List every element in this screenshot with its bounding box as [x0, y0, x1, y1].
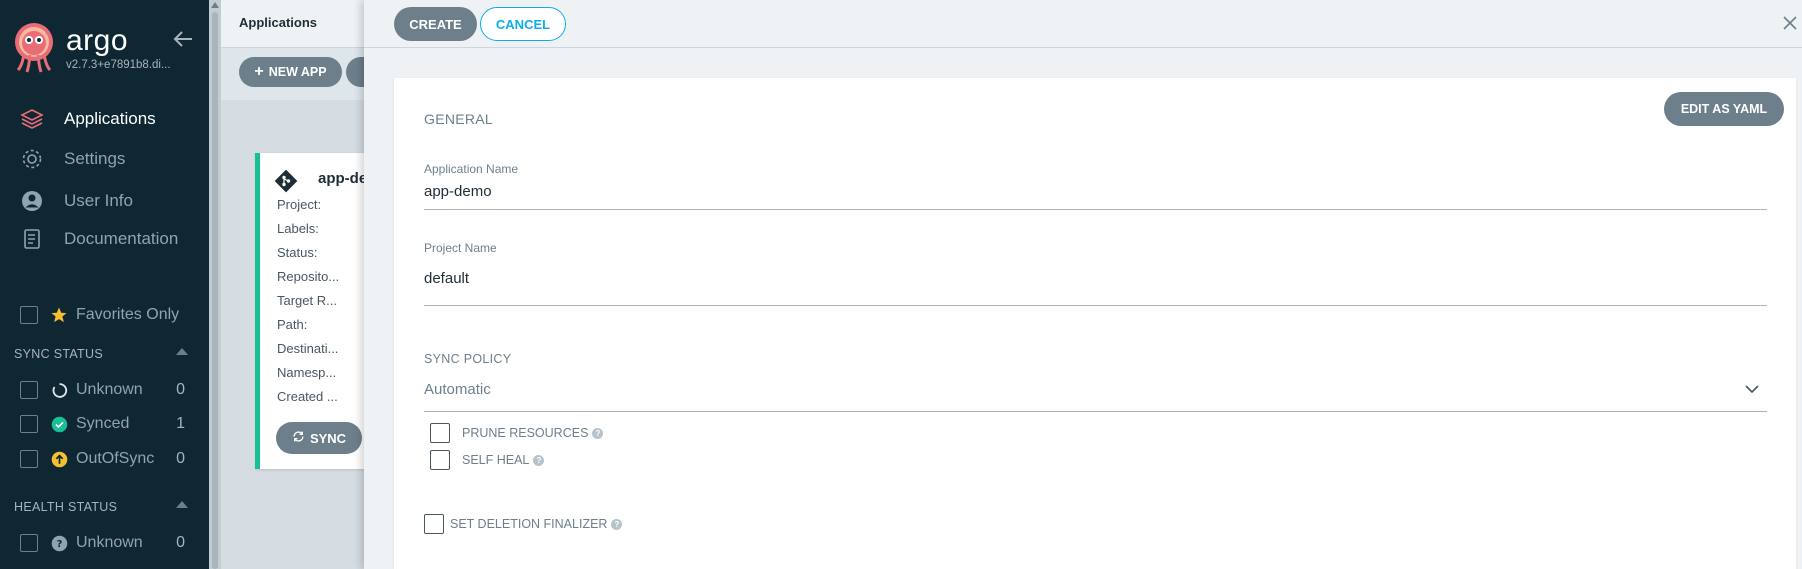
filter-sync-unknown[interactable]: Unknown 0	[20, 377, 185, 403]
version-label: v2.7.3+e7891b8.di...	[66, 59, 171, 71]
svg-text:?: ?	[57, 539, 63, 550]
sidebar: argo v2.7.3+e7891b8.di... Applications S…	[0, 0, 209, 569]
health-status-heading: HEALTH STATUS	[14, 500, 118, 514]
brand-name: argo	[66, 24, 129, 57]
panel-header: CREATE CANCEL	[364, 0, 1802, 48]
filter-label: Unknown	[76, 534, 143, 551]
project-name-underline	[424, 305, 1767, 306]
project-name-label: Project Name	[424, 241, 497, 255]
app-form: EDIT AS YAML GENERAL Application Name ap…	[394, 78, 1796, 569]
circle-notch-icon	[51, 382, 68, 399]
arrow-up-circle-icon	[51, 451, 68, 468]
app-name[interactable]: app-de	[318, 170, 367, 187]
nav-applications[interactable]: Applications	[20, 105, 156, 133]
question-circle-icon: ?	[51, 535, 68, 552]
app-name-label: Application Name	[424, 162, 519, 176]
page-title: Applications	[239, 15, 318, 30]
filter-health-unknown[interactable]: ? Unknown 0	[20, 530, 185, 556]
prune-resources-checkbox[interactable]	[430, 423, 450, 443]
nav-applications-label: Applications	[64, 109, 156, 128]
sync-icon	[292, 430, 305, 446]
deletion-finalizer-option[interactable]: SET DELETION FINALIZER ?	[424, 514, 623, 534]
filter-count: 0	[176, 450, 185, 467]
filter-count: 1	[176, 415, 185, 432]
filter-sync-synced[interactable]: Synced 1	[20, 411, 185, 437]
layers-icon	[20, 107, 44, 131]
project-name-input[interactable]: default	[424, 270, 469, 287]
favorites-label: Favorites Only	[76, 306, 180, 323]
filter-label: OutOfSync	[76, 450, 155, 467]
nav-user-info-label: User Info	[64, 191, 133, 210]
filter-checkbox[interactable]	[20, 534, 38, 552]
create-button[interactable]: CREATE	[394, 7, 477, 41]
self-heal-option[interactable]: SELF HEAL ?	[430, 450, 545, 470]
favorites-checkbox[interactable]	[20, 306, 38, 324]
favorites-only-filter[interactable]: Favorites Only	[20, 302, 179, 328]
sync-policy-title: SYNC POLICY	[424, 352, 512, 366]
nav-documentation[interactable]: Documentation	[20, 225, 178, 253]
filter-checkbox[interactable]	[20, 415, 38, 433]
filter-label: Unknown	[76, 381, 143, 398]
new-app-button[interactable]: + NEW APP	[239, 57, 342, 87]
filter-checkbox[interactable]	[20, 450, 38, 468]
git-icon	[274, 169, 298, 193]
deletion-finalizer-label: SET DELETION FINALIZER	[450, 517, 608, 531]
collapse-caret-icon[interactable]	[176, 501, 188, 508]
filter-label: Synced	[76, 415, 130, 432]
argo-logo[interactable]	[12, 22, 56, 74]
filter-sync-outofsync[interactable]: OutOfSync 0	[20, 446, 185, 472]
app-field-label: Path:	[277, 317, 308, 332]
plus-icon: +	[254, 63, 264, 80]
collapse-caret-icon[interactable]	[176, 348, 188, 355]
self-heal-label: SELF HEAL	[462, 453, 530, 467]
app-field-label: Destinati...	[277, 341, 339, 356]
general-section-title: GENERAL	[424, 111, 494, 127]
app-field-label: Project:	[277, 197, 322, 212]
gear-icon	[20, 147, 44, 171]
help-icon[interactable]: ?	[611, 518, 623, 530]
app-name-underline	[424, 209, 1767, 210]
prune-resources-option[interactable]: PRUNE RESOURCES ?	[430, 423, 604, 443]
app-field-label: Target R...	[277, 293, 337, 308]
sync-policy-select[interactable]: Automatic	[424, 381, 491, 398]
app-sync-button[interactable]: SYNC	[276, 422, 362, 454]
edit-as-yaml-button[interactable]: EDIT AS YAML	[1664, 92, 1784, 126]
book-icon	[20, 227, 44, 251]
chevron-down-icon[interactable]	[1744, 381, 1760, 397]
app-sync-label: SYNC	[309, 430, 347, 446]
nav-settings-label: Settings	[64, 149, 126, 168]
prune-resources-label: PRUNE RESOURCES	[462, 426, 589, 440]
filter-checkbox[interactable]	[20, 381, 38, 399]
app-field-label: Labels:	[277, 221, 319, 236]
help-icon[interactable]: ?	[592, 427, 604, 439]
app-field-label: Created ...	[277, 389, 338, 404]
new-app-panel: CREATE CANCEL EDIT AS YAML GENERAL Appli…	[364, 0, 1802, 569]
scroll-up-arrow-icon[interactable]	[211, 2, 219, 8]
sync-status-heading: SYNC STATUS	[14, 347, 103, 361]
collapse-arrow-icon[interactable]	[172, 28, 194, 50]
close-icon[interactable]	[1779, 12, 1801, 34]
check-circle-icon	[51, 416, 68, 433]
nav-settings[interactable]: Settings	[20, 145, 125, 173]
new-app-label: NEW APP	[268, 65, 327, 79]
sync-policy-underline	[424, 411, 1767, 412]
app-field-label: Status:	[277, 245, 318, 260]
app-field-label: Namesp...	[277, 365, 337, 380]
filter-count: 0	[176, 381, 185, 398]
help-icon[interactable]: ?	[533, 454, 545, 466]
filter-count: 0	[176, 534, 185, 551]
app-field-label: Reposito...	[277, 269, 340, 284]
deletion-finalizer-checkbox[interactable]	[424, 514, 444, 534]
nav-documentation-label: Documentation	[64, 229, 179, 248]
self-heal-checkbox[interactable]	[430, 450, 450, 470]
scrollbar-thumb[interactable]	[212, 12, 218, 569]
user-icon	[20, 189, 44, 213]
nav-user-info[interactable]: User Info	[20, 187, 133, 215]
star-icon	[50, 306, 68, 324]
cancel-button[interactable]: CANCEL	[480, 7, 566, 41]
app-name-input[interactable]: app-demo	[424, 183, 492, 200]
